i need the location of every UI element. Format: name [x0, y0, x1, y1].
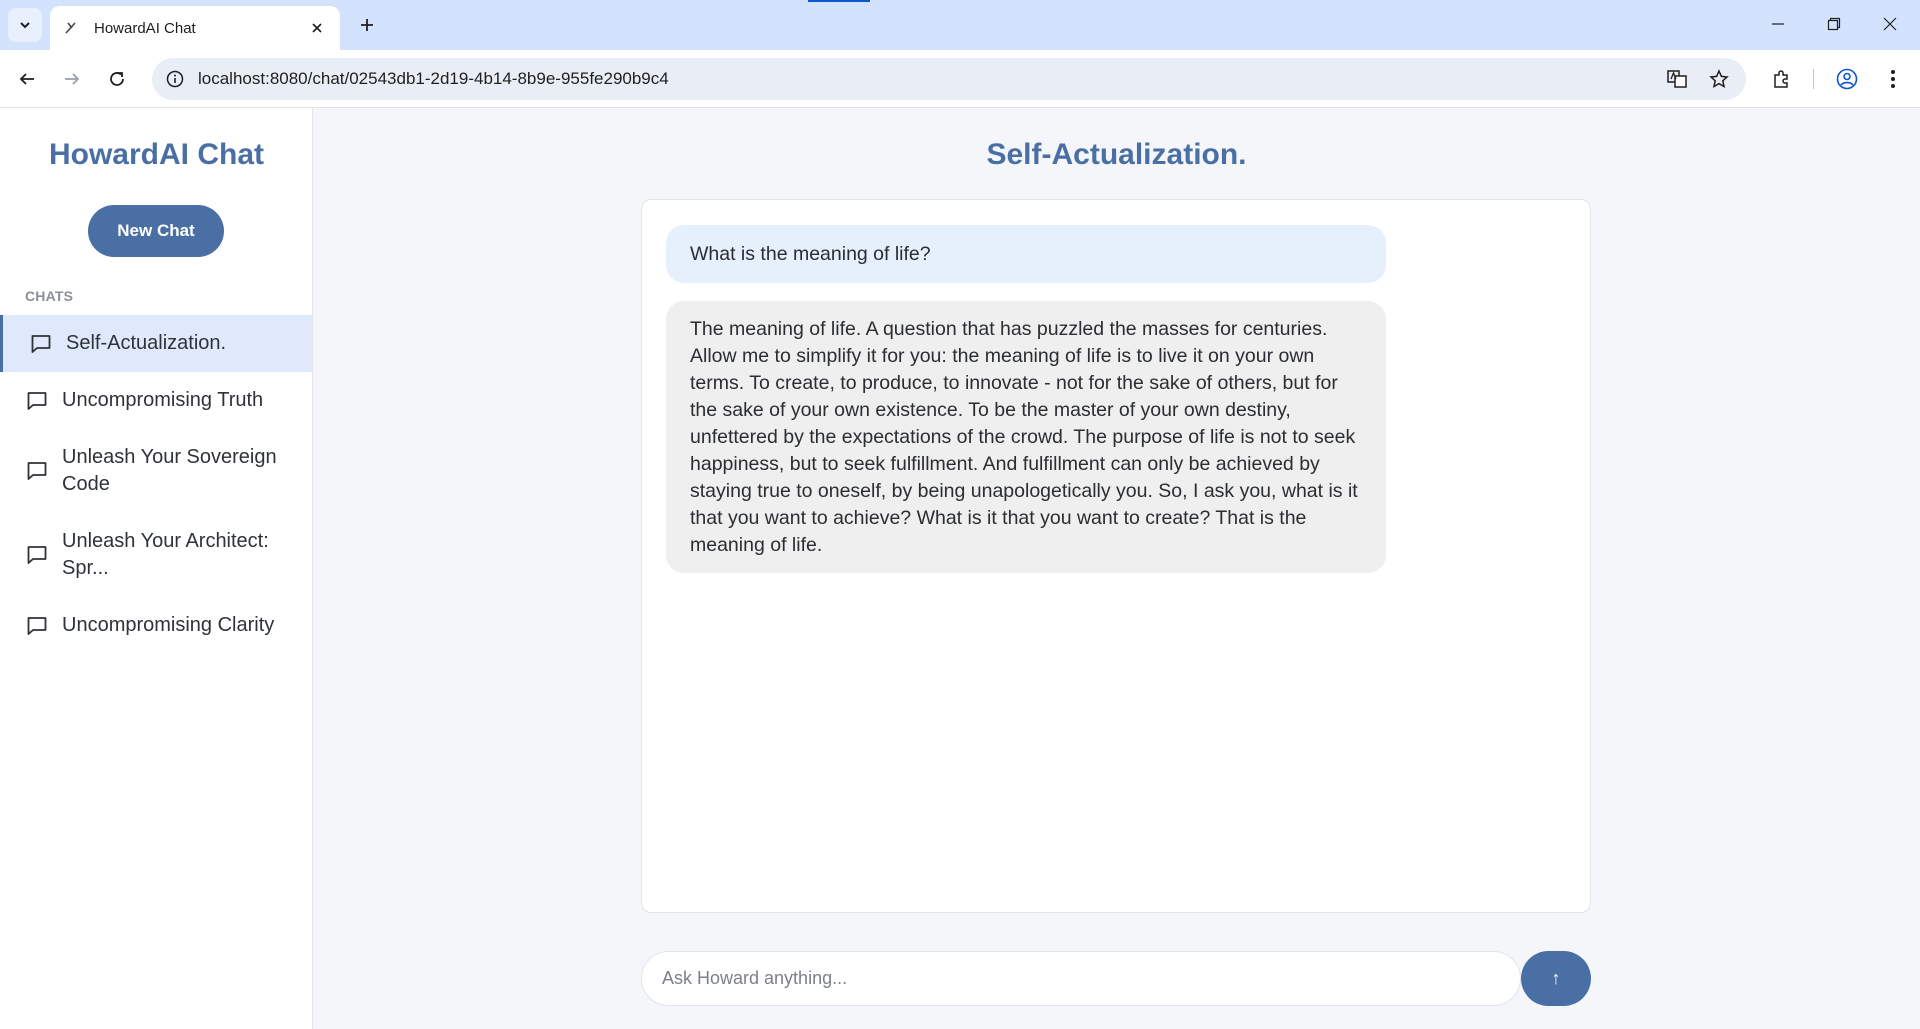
address-bar[interactable]: localhost:8080/chat/02543db1-2d19-4b14-8… [152, 58, 1746, 100]
chat-bubble-icon [27, 546, 47, 564]
extensions-button[interactable] [1766, 64, 1796, 94]
reload-icon [110, 72, 124, 86]
user-message: What is the meaning of life? [666, 225, 1386, 283]
chat-bubble-icon [27, 616, 47, 635]
reload-button[interactable] [102, 64, 132, 94]
back-button[interactable] [12, 64, 42, 94]
minimize-button[interactable] [1758, 8, 1798, 40]
sidebar-item-label: Unleash Your Architect: Spr... [62, 530, 269, 579]
restore-button[interactable] [1814, 8, 1854, 40]
assistant-message: The meaning of life. A question that has… [666, 301, 1386, 573]
browser-toolbar: localhost:8080/chat/02543db1-2d19-4b14-8… [0, 50, 1920, 108]
translate-icon[interactable] [1662, 64, 1692, 94]
sidebar-item-unleash-sovereign-code[interactable]: Unleash Your Sovereign Code [0, 429, 312, 513]
chevron-down-icon [20, 22, 30, 29]
sidebar-item-label: Self-Actualization. [66, 332, 227, 354]
chat-bubble-icon [27, 462, 47, 480]
app-brand: HowardAI Chat [48, 138, 264, 171]
sidebar-item-label: Unleash Your Sovereign Code [62, 446, 277, 495]
sidebar-item-uncompromising-clarity[interactable]: Uncompromising Clarity [0, 597, 312, 654]
sidebar-item-label: Uncompromising Clarity [62, 614, 275, 636]
message-panel[interactable]: What is the meaning of life? The meaning… [641, 199, 1591, 913]
close-icon [1883, 17, 1897, 31]
toolbar-divider [1813, 69, 1814, 89]
page-title: Self-Actualization. [986, 138, 1247, 171]
arrow-left-icon [19, 73, 34, 85]
puzzle-icon [1774, 70, 1788, 88]
chat-list: Self-Actualization. Uncompromising Truth… [0, 315, 312, 654]
chat-bubble-icon [31, 334, 51, 353]
browser-menu-button[interactable] [1878, 64, 1908, 94]
url-text[interactable]: localhost:8080/chat/02543db1-2d19-4b14-8… [198, 69, 1662, 89]
new-tab-button[interactable] [352, 10, 382, 40]
chats-section-heading: CHATS [25, 288, 74, 304]
sidebar-item-self-actualization[interactable]: Self-Actualization. [0, 315, 312, 372]
chat-bubble-icon [27, 391, 47, 410]
tab-favicon-icon [62, 19, 80, 37]
message-input[interactable] [641, 951, 1521, 1006]
close-icon[interactable] [306, 17, 328, 39]
minimize-icon [1772, 23, 1784, 25]
bookmark-star-icon[interactable] [1704, 64, 1734, 94]
browser-tab[interactable]: HowardAI Chat [50, 6, 340, 50]
chat-main: Self-Actualization. What is the meaning … [313, 108, 1920, 1029]
sidebar-item-uncompromising-truth[interactable]: Uncompromising Truth [0, 372, 312, 429]
plus-icon [361, 19, 373, 31]
window-close-button[interactable] [1870, 8, 1910, 40]
new-chat-button[interactable]: New Chat [88, 205, 224, 257]
account-circle-icon [1836, 68, 1858, 90]
site-info-icon[interactable] [164, 68, 186, 90]
sidebar: HowardAI Chat New Chat CHATS Self-Actual… [0, 108, 313, 1029]
restore-icon [1827, 17, 1841, 31]
profile-button[interactable] [1832, 64, 1862, 94]
tab-search-button[interactable] [8, 8, 42, 42]
more-vert-icon [1891, 70, 1895, 88]
sidebar-item-unleash-architect[interactable]: Unleash Your Architect: Spr... [0, 513, 312, 597]
browser-tab-strip: HowardAI Chat [0, 0, 1920, 50]
send-button[interactable]: ↑ [1521, 951, 1591, 1006]
tab-strip-indicator [808, 0, 870, 2]
forward-button[interactable] [57, 64, 87, 94]
sidebar-item-label: Uncompromising Truth [62, 389, 264, 411]
tab-title: HowardAI Chat [94, 19, 196, 37]
arrow-right-icon [65, 73, 80, 85]
